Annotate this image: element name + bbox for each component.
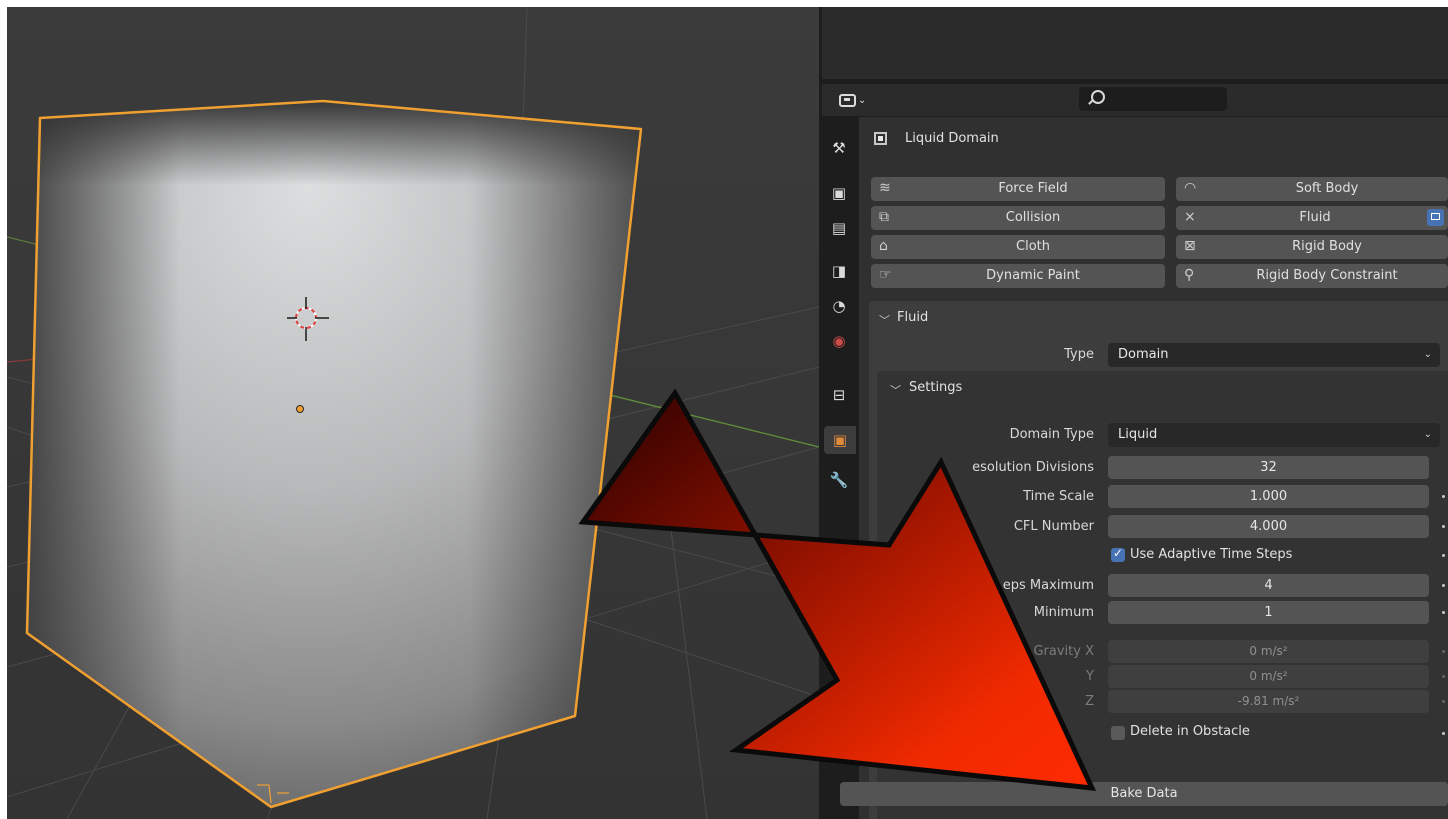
tool-icon[interactable]: ⚒ [829,138,849,158]
chevron-down-icon: ⌄ [1423,429,1432,440]
resolution-divisions-field[interactable]: 32 [1108,456,1429,479]
fluid-button[interactable]: × Fluid [1176,206,1448,230]
gravity-y-label: Y [1086,669,1094,684]
editor-type-glyph [839,93,856,107]
keyframe-decorator-icon [1442,700,1445,703]
timesteps-minimum-label: Minimum [1033,605,1094,620]
resolution-divisions-label: esolution Divisions [972,460,1094,475]
screenshot-frame: ⌄ ⚒ ▣ ▤ ◨ ◔ ◉ ⊟ ▣ 🔧 Liquid Domain ≋ Forc… [0,0,1448,819]
timesteps-maximum-label: eps Maximum [1002,578,1094,593]
properties-editor: ⌄ ⚒ ▣ ▤ ◨ ◔ ◉ ⊟ ▣ 🔧 Liquid Domain ≋ Forc… [819,7,1448,819]
search-icon [1091,90,1105,104]
type-value: Domain [1118,347,1169,362]
adaptive-time-steps-label[interactable]: Use Adaptive Time Steps [1130,547,1292,562]
physics-properties-panel: Liquid Domain ≋ Force Field ◠ Soft Body … [859,117,1448,819]
force-field-button[interactable]: ≋ Force Field [871,177,1165,201]
fluid-panel-title: Fluid [897,310,929,325]
gravity-y-field: 0 m/s² [1108,665,1429,688]
bake-data-button[interactable]: Bake Data [840,782,1448,806]
modifier-icon[interactable]: 🔧 [829,470,849,490]
adaptive-time-steps-checkbox[interactable] [1111,546,1125,562]
type-label: Type [1064,347,1094,362]
keyframe-decorator-icon[interactable] [1442,732,1445,735]
collision-label: Collision [1005,210,1061,225]
chevron-down-icon[interactable]: ﹀ [890,382,901,398]
properties-editor-icon[interactable]: ⌄ [839,90,879,110]
keyframe-decorator-icon[interactable] [1442,584,1445,587]
rigid-body-label: Rigid Body [1292,239,1362,254]
time-scale-label: Time Scale [1023,489,1094,504]
soft-body-button[interactable]: ◠ Soft Body [1176,177,1448,201]
render-icon[interactable]: ▣ [829,183,849,203]
settings-title[interactable]: Settings [909,380,962,395]
keyframe-decorator-icon[interactable] [1442,611,1445,614]
keyframe-decorator-icon [1442,650,1445,653]
output-icon[interactable]: ▤ [829,218,849,238]
cloth-icon: ⌂ [879,238,888,254]
keyframe-decorator-icon [1442,675,1445,678]
chevron-down-icon: ﹀ [879,314,890,327]
properties-header: ⌄ [822,84,1448,116]
rigid-body-constraint-button[interactable]: ⚲ Rigid Body Constraint [1176,264,1448,288]
object-icon[interactable]: ▣ [824,426,856,454]
type-dropdown[interactable]: Domain ⌄ [1108,343,1440,367]
rigid-body-icon: ⊠ [1184,238,1196,254]
upper-editor-area [822,7,1448,79]
collision-button[interactable]: ⧉ Collision [871,206,1165,230]
rigid-body-button[interactable]: ⊠ Rigid Body [1176,235,1448,259]
settings-subpanel: ﹀ Settings Domain Type Liquid ⌄ esolutio… [877,371,1448,819]
dynamic-paint-icon: ☞ [879,267,892,283]
show-in-render-icon[interactable] [1427,209,1444,226]
fluid-panel: ﹀ Fluid Type Domain ⌄ ﹀ Settings Domain … [869,301,1448,819]
dynamic-paint-button[interactable]: ☞ Dynamic Paint [871,264,1165,288]
view-layer-icon[interactable]: ◨ [829,261,849,281]
3d-viewport[interactable] [7,7,819,819]
object-icon [874,132,887,145]
timesteps-maximum-field[interactable]: 4 [1108,574,1429,597]
soft-body-label: Soft Body [1295,181,1359,196]
viewport-scene [7,7,819,819]
chevron-down-icon: ⌄ [858,94,867,106]
object-name: Liquid Domain [905,131,999,146]
delete-in-obstacle-checkbox[interactable] [1111,726,1125,740]
world-icon[interactable]: ◉ [829,331,849,351]
search-input[interactable] [1079,87,1227,111]
force-field-label: Force Field [998,181,1068,196]
soft-body-icon: ◠ [1184,180,1197,196]
collection-icon[interactable]: ⊟ [829,385,849,405]
cfl-number-field[interactable]: 4.000 [1108,515,1429,538]
gravity-x-label: Gravity X [1033,644,1094,659]
object-origin-dot [296,405,304,413]
domain-type-label: Domain Type [1009,427,1094,442]
cfl-number-label: CFL Number [1013,519,1094,534]
force-field-icon: ≋ [879,180,891,196]
rigid-body-constraint-icon: ⚲ [1184,267,1195,283]
dynamic-paint-label: Dynamic Paint [986,268,1080,283]
gravity-z-label: Z [1085,694,1094,709]
delete-in-obstacle-label[interactable]: Delete in Obstacle [1130,724,1250,739]
cloth-button[interactable]: ⌂ Cloth [871,235,1165,259]
gravity-z-field: -9.81 m/s² [1108,690,1429,713]
remove-fluid-icon[interactable]: × [1184,209,1196,225]
collision-icon: ⧉ [879,209,889,225]
domain-type-dropdown[interactable]: Liquid ⌄ [1108,423,1440,447]
time-scale-field[interactable]: 1.000 [1108,485,1429,508]
fluid-panel-header[interactable]: ﹀ Fluid [869,301,1448,335]
chevron-down-icon: ⌄ [1423,349,1432,360]
domain-type-value: Liquid [1118,427,1158,442]
scene-icon[interactable]: ◔ [829,296,849,316]
keyframe-decorator-icon[interactable] [1442,495,1445,498]
cloth-label: Cloth [1016,239,1050,254]
properties-tab-bar: ⚒ ▣ ▤ ◨ ◔ ◉ ⊟ ▣ 🔧 [822,120,856,819]
rigid-body-constraint-label: Rigid Body Constraint [1256,268,1398,283]
fluid-label: Fluid [1299,210,1331,225]
gravity-x-field: 0 m/s² [1108,640,1429,663]
keyframe-decorator-icon[interactable] [1442,554,1445,557]
keyframe-decorator-icon[interactable] [1442,525,1445,528]
timesteps-minimum-field[interactable]: 1 [1108,601,1429,624]
